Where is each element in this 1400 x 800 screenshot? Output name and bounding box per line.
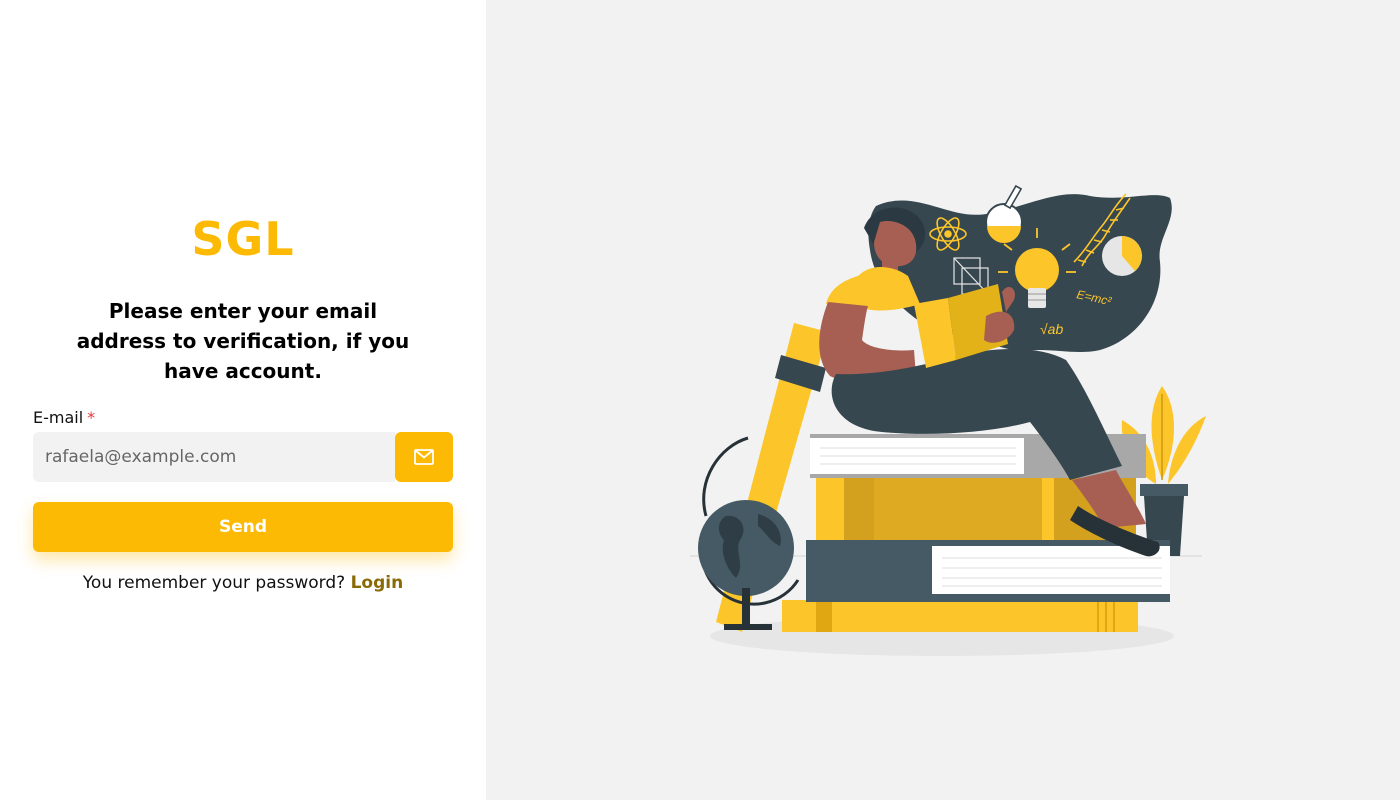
email-field-group bbox=[33, 432, 453, 482]
email-label: E-mail * bbox=[33, 408, 95, 427]
bottom-book bbox=[782, 600, 1138, 632]
required-mark: * bbox=[87, 408, 96, 427]
remember-text: You remember your password? bbox=[82, 573, 346, 593]
envelope-icon bbox=[414, 449, 434, 465]
email-label-text: E-mail bbox=[33, 408, 84, 427]
page-heading: Please enter your email address to verif… bbox=[76, 299, 410, 383]
flask-icon bbox=[985, 184, 1023, 243]
brand-logo: SGL bbox=[191, 212, 295, 266]
bottom-book-band bbox=[816, 600, 832, 632]
login-link[interactable]: Login bbox=[351, 573, 404, 593]
login-panel: SGL Please enter your email address to v… bbox=[0, 0, 486, 800]
remember-line: You remember your password? Login bbox=[0, 573, 486, 593]
root-text: √ab bbox=[1040, 321, 1063, 337]
mail-button[interactable] bbox=[395, 432, 453, 482]
send-button[interactable]: Send bbox=[33, 502, 453, 552]
email-input[interactable] bbox=[33, 432, 395, 482]
dark-book-pages bbox=[932, 546, 1170, 594]
pie-chart-icon bbox=[1102, 236, 1142, 276]
woman-reading-on-books-icon: E=mc² √ab bbox=[690, 184, 1206, 656]
